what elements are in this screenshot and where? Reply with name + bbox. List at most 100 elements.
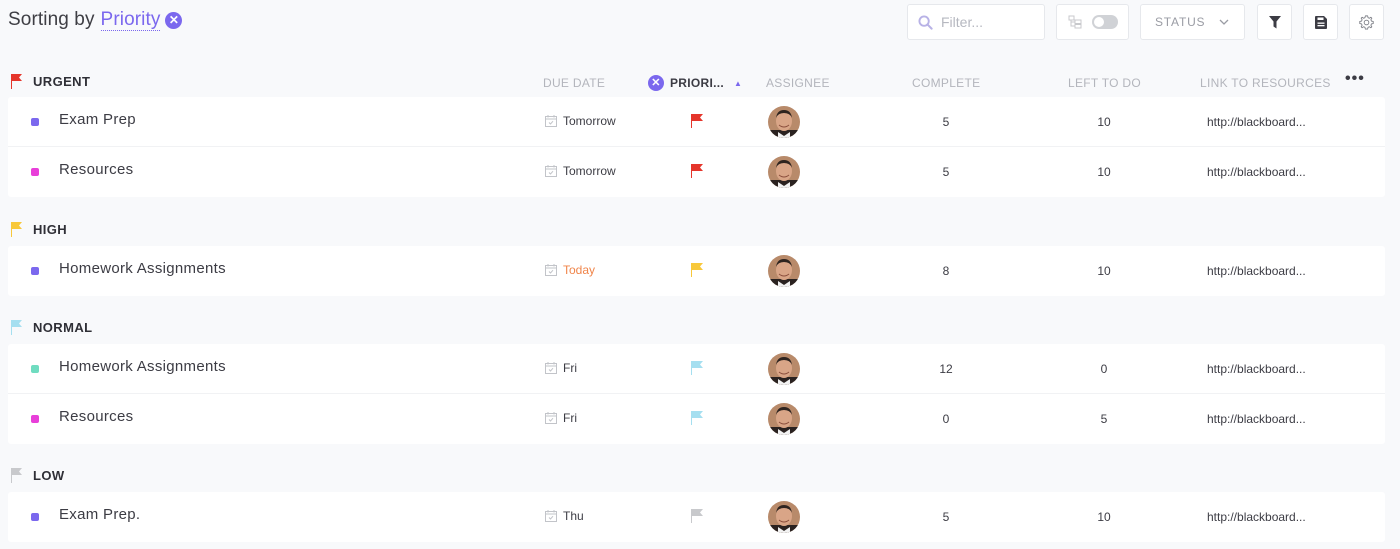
complete-count[interactable]: 5: [926, 510, 966, 524]
group-header[interactable]: NORMAL: [10, 319, 92, 335]
priority-flag-icon[interactable]: [690, 410, 704, 425]
status-dropdown[interactable]: STATUS: [1140, 4, 1245, 40]
save-icon: [1314, 15, 1327, 29]
due-date[interactable]: Fri: [545, 411, 577, 425]
status-indicator[interactable]: [31, 118, 39, 126]
priority-flag-icon[interactable]: [690, 360, 704, 375]
task-row[interactable]: Exam Prep. Thu 5 10 http://blackboard...: [8, 492, 1385, 542]
task-row[interactable]: Resources Fri 0 5 http://blackboard...: [8, 394, 1385, 444]
top-bar: Sorting by Priority ✕ Filter... STATUS: [0, 0, 1400, 44]
status-indicator[interactable]: [31, 168, 39, 176]
complete-count[interactable]: 5: [926, 165, 966, 179]
settings-button[interactable]: [1349, 4, 1384, 40]
resource-link[interactable]: http://blackboard...: [1207, 362, 1306, 376]
due-date-text: Fri: [563, 411, 577, 425]
left-to-do-count[interactable]: 10: [1084, 165, 1124, 179]
left-to-do-count[interactable]: 10: [1084, 510, 1124, 524]
status-indicator[interactable]: [31, 415, 39, 423]
group-header[interactable]: URGENT: [10, 73, 90, 89]
task-group-card: Homework Assignments Today 8 10 http://b…: [8, 246, 1385, 296]
task-name[interactable]: Homework Assignments: [59, 358, 226, 375]
due-date[interactable]: Thu: [545, 509, 584, 523]
resource-link[interactable]: http://blackboard...: [1207, 115, 1306, 129]
clear-sort-icon[interactable]: ✕: [165, 11, 183, 29]
task-name[interactable]: Exam Prep.: [59, 506, 140, 523]
priority-flag-icon: [11, 468, 22, 483]
assignee-avatar[interactable]: [768, 156, 800, 188]
search-icon: [918, 14, 933, 30]
left-to-do-count[interactable]: 10: [1084, 115, 1124, 129]
due-date[interactable]: Fri: [545, 361, 577, 375]
left-to-do-count[interactable]: 5: [1084, 412, 1124, 426]
due-date[interactable]: Tomorrow: [545, 164, 616, 178]
priority-flag-icon: [11, 222, 22, 237]
sort-ascending-icon[interactable]: ▲: [734, 79, 742, 88]
subtasks-toggle-switch[interactable]: [1091, 15, 1118, 29]
complete-count[interactable]: 12: [926, 362, 966, 376]
task-group-card: Exam Prep. Thu 5 10 http://blackboard...: [8, 492, 1385, 542]
task-name[interactable]: Resources: [59, 408, 133, 425]
due-date[interactable]: Tomorrow: [545, 114, 616, 128]
column-header-assignee[interactable]: ASSIGNEE: [766, 76, 830, 90]
priority-flag-icon: [11, 74, 22, 89]
task-name[interactable]: Homework Assignments: [59, 260, 226, 277]
status-indicator[interactable]: [31, 365, 39, 373]
status-label: STATUS: [1155, 15, 1206, 29]
resource-link[interactable]: http://blackboard...: [1207, 264, 1306, 278]
assignee-avatar[interactable]: [768, 353, 800, 385]
status-indicator[interactable]: [31, 267, 39, 275]
filter-placeholder: Filter...: [941, 14, 984, 30]
resource-link[interactable]: http://blackboard...: [1207, 510, 1306, 524]
group-header[interactable]: HIGH: [10, 221, 67, 237]
task-row[interactable]: Resources Tomorrow 5 10 http://blackboar…: [8, 147, 1385, 197]
task-name[interactable]: Exam Prep: [59, 111, 136, 128]
column-header-left-to-do[interactable]: LEFT TO DO: [1068, 76, 1141, 90]
group-header[interactable]: LOW: [10, 467, 65, 483]
filter-input[interactable]: Filter...: [907, 4, 1045, 40]
sort-indicator: Sorting by Priority ✕: [8, 9, 183, 31]
task-row[interactable]: Exam Prep Tomorrow 5 10 http://blackboar…: [8, 97, 1385, 147]
assignee-avatar[interactable]: [768, 501, 800, 533]
calendar-icon: [545, 412, 557, 424]
group-label: NORMAL: [33, 319, 93, 335]
group-label: HIGH: [33, 221, 68, 237]
chevron-down-icon: [1219, 19, 1229, 25]
status-indicator[interactable]: [31, 513, 39, 521]
priority-flag-icon[interactable]: [690, 262, 704, 277]
filter-button[interactable]: [1257, 4, 1292, 40]
save-view-button[interactable]: [1303, 4, 1338, 40]
sort-field-link[interactable]: Priority: [100, 9, 161, 31]
filter-icon: [1268, 15, 1281, 28]
assignee-avatar[interactable]: [768, 106, 800, 138]
subtasks-toggle-button[interactable]: [1056, 4, 1129, 40]
priority-flag-icon[interactable]: [690, 163, 704, 178]
resource-link[interactable]: http://blackboard...: [1207, 165, 1306, 179]
due-date-text: Tomorrow: [563, 164, 616, 178]
resource-link[interactable]: http://blackboard...: [1207, 412, 1306, 426]
left-to-do-count[interactable]: 0: [1084, 362, 1124, 376]
clear-priority-sort-icon[interactable]: ✕: [648, 75, 664, 91]
task-row[interactable]: Homework Assignments Fri 12 0 http://bla…: [8, 344, 1385, 394]
priority-flag-icon[interactable]: [690, 113, 704, 128]
calendar-icon: [545, 510, 557, 522]
task-name[interactable]: Resources: [59, 161, 133, 178]
group-label: LOW: [33, 467, 65, 483]
complete-count[interactable]: 5: [926, 115, 966, 129]
due-date[interactable]: Today: [545, 263, 595, 277]
column-header-link[interactable]: LINK TO RESOURCES: [1200, 76, 1331, 90]
complete-count[interactable]: 8: [926, 264, 966, 278]
more-columns-icon[interactable]: •••: [1345, 70, 1365, 88]
task-row[interactable]: Homework Assignments Today 8 10 http://b…: [8, 246, 1385, 296]
left-to-do-count[interactable]: 10: [1084, 264, 1124, 278]
gear-icon: [1359, 14, 1374, 30]
sorting-label: Sorting by: [8, 9, 95, 30]
complete-count[interactable]: 0: [926, 412, 966, 426]
priority-flag-icon[interactable]: [690, 508, 704, 523]
priority-flag-icon: [11, 320, 22, 335]
calendar-icon: [545, 362, 557, 374]
column-header-complete[interactable]: COMPLETE: [912, 76, 980, 90]
column-header-due-date[interactable]: DUE DATE: [543, 76, 605, 90]
column-header-priority[interactable]: ✕ PRIORI... ▲: [648, 75, 742, 91]
assignee-avatar[interactable]: [768, 403, 800, 435]
assignee-avatar[interactable]: [768, 255, 800, 287]
